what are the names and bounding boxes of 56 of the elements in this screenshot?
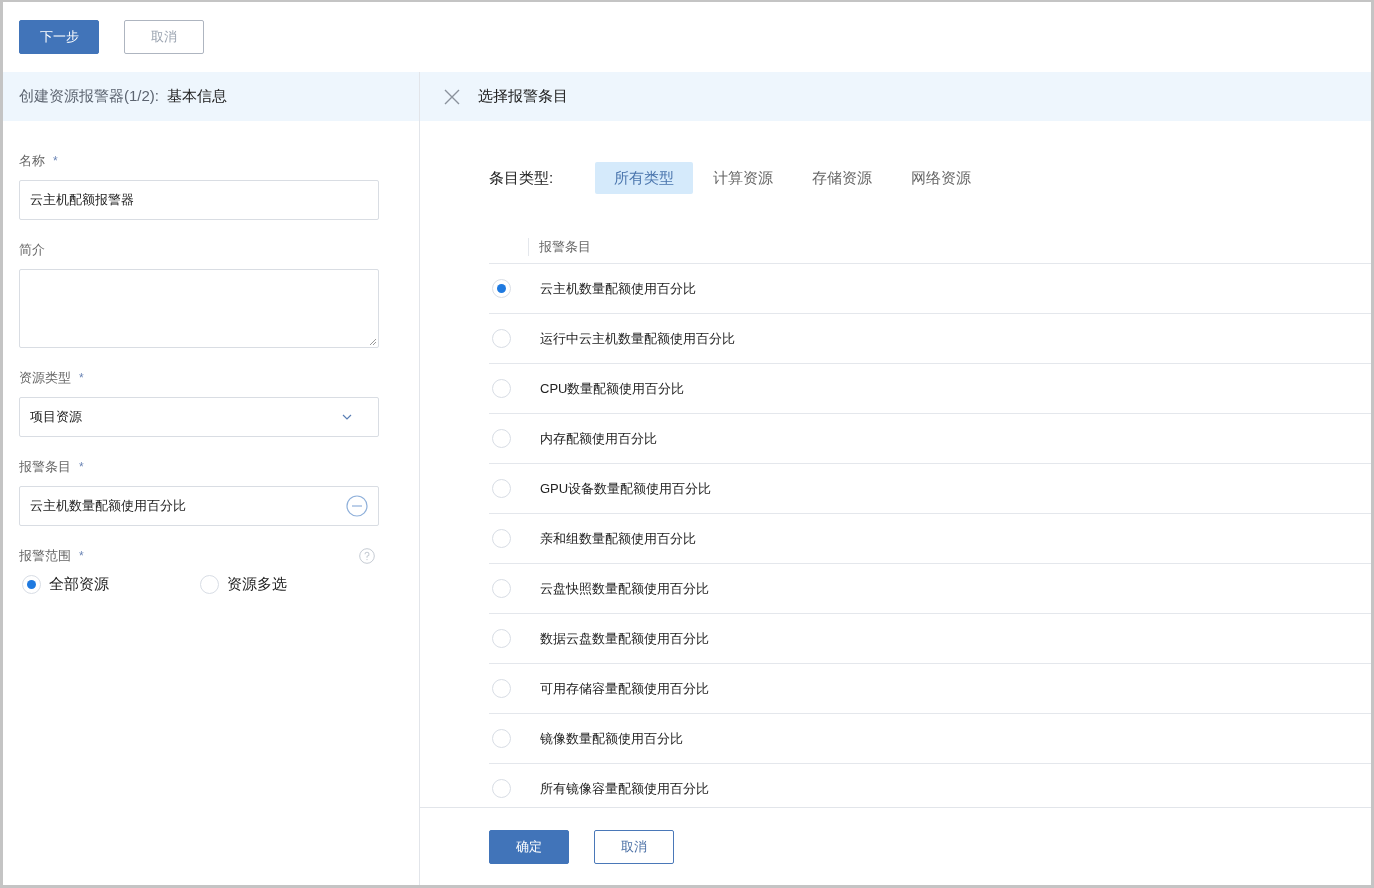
alarm-item-field[interactable]: 云主机数量配额使用百分比: [19, 486, 379, 526]
required-mark: *: [79, 460, 84, 474]
required-mark: *: [79, 549, 84, 563]
filter-tab[interactable]: 网络资源: [892, 162, 990, 194]
confirm-button[interactable]: 确定: [489, 829, 569, 864]
panel-subtitle: 基本信息: [167, 87, 227, 106]
required-mark: *: [79, 371, 84, 385]
radio-button[interactable]: [492, 379, 511, 398]
cancel-button[interactable]: 取消: [594, 829, 674, 864]
table-cell: 数据云盘数量配额使用百分比: [540, 629, 709, 648]
filter-tab[interactable]: 所有类型: [595, 162, 693, 194]
table-cell: 所有镜像容量配额使用百分比: [540, 779, 709, 798]
required-mark: *: [53, 154, 58, 168]
table-cell: 云盘快照数量配额使用百分比: [540, 579, 709, 598]
field-label: 报警条目: [19, 458, 71, 476]
filter-label: 条目类型:: [489, 168, 555, 188]
field-label: 报警范围: [19, 547, 71, 565]
radio-button[interactable]: [492, 629, 511, 648]
table-cell: 内存配额使用百分比: [540, 429, 657, 448]
radio-button[interactable]: [492, 329, 511, 348]
radio-button[interactable]: [492, 479, 511, 498]
close-icon[interactable]: [444, 88, 460, 105]
table-cell: 云主机数量配额使用百分比: [540, 279, 696, 298]
name-input[interactable]: 云主机配额报警器: [19, 180, 379, 220]
table-cell: CPU数量配额使用百分比: [540, 379, 685, 398]
chevron-down-icon: [342, 414, 352, 420]
filter-tab[interactable]: 存储资源: [793, 162, 891, 194]
radio-button[interactable]: [492, 729, 511, 748]
radio-button[interactable]: [492, 679, 511, 698]
remove-icon[interactable]: [346, 495, 368, 517]
radio-label: 资源多选: [227, 575, 287, 594]
table-cell: 可用存储容量配额使用百分比: [540, 679, 709, 698]
resource-type-select[interactable]: 项目资源: [19, 397, 379, 437]
radio-button[interactable]: [492, 579, 511, 598]
help-icon[interactable]: [359, 548, 375, 564]
panel-title: 创建资源报警器(1/2):: [19, 87, 159, 106]
field-label: 资源类型: [19, 369, 71, 387]
radio-button[interactable]: [492, 529, 511, 548]
table-cell: 亲和组数量配额使用百分比: [540, 529, 696, 548]
filter-tab[interactable]: 计算资源: [694, 162, 792, 194]
table-cell: 运行中云主机数量配额使用百分比: [540, 329, 735, 348]
resize-handle-icon[interactable]: [368, 337, 377, 346]
table-cell: 镜像数量配额使用百分比: [540, 729, 683, 748]
radio-button[interactable]: [492, 429, 511, 448]
confirm-button[interactable]: 下一步: [19, 20, 99, 54]
panel-title: 选择报警条目: [478, 87, 568, 106]
radio-button[interactable]: [492, 279, 511, 298]
radio-button[interactable]: [22, 575, 41, 594]
radio-button[interactable]: [492, 779, 511, 798]
table-cell: GPU设备数量配额使用百分比: [540, 479, 712, 498]
radio-button[interactable]: [200, 575, 219, 594]
description-textarea[interactable]: [19, 269, 379, 348]
radio-label: 全部资源: [49, 575, 109, 594]
field-label: 名称: [19, 152, 45, 170]
column-header: 报警条目: [539, 237, 591, 256]
field-label: 简介: [19, 241, 45, 259]
